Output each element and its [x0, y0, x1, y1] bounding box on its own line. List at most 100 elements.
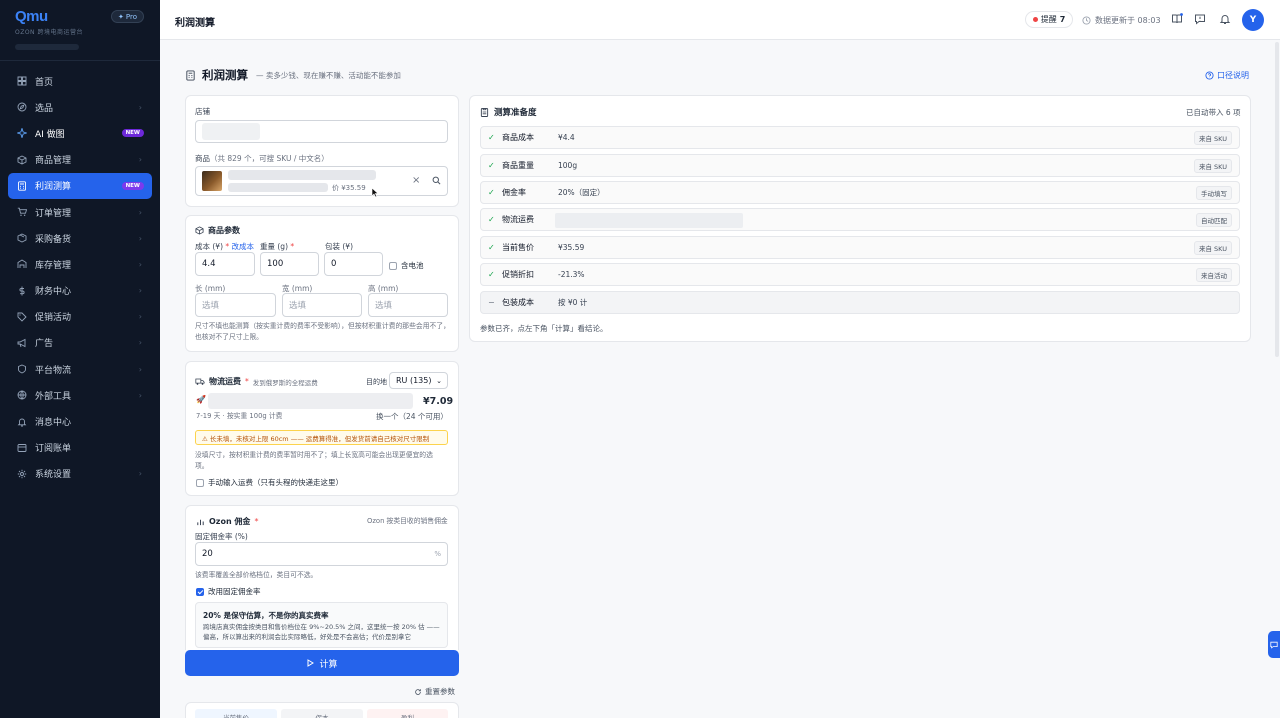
- app-root: Qmu OZON 跨境电商运营台 ✦ Pro 首页 选品 › AI 做图 NEW 商品管理 ›…: [0, 0, 1280, 718]
- battery-checkbox[interactable]: 含电池: [389, 260, 424, 271]
- chevron-right-icon: ›: [138, 233, 142, 243]
- calculator-icon: [16, 180, 27, 191]
- shipping-price: ¥7.09: [423, 396, 454, 407]
- sidebar-item-6[interactable]: 订单管理 ›: [8, 199, 152, 225]
- battery-label: 含电池: [401, 261, 424, 270]
- shipping-method-blurred: [208, 393, 413, 409]
- prep-row-value: 按 ¥0 计: [558, 298, 588, 307]
- change-cost-link[interactable]: 改成本: [232, 242, 255, 251]
- reminder-button[interactable]: 提醒 7: [1025, 11, 1073, 28]
- prep-row-name: 商品重量: [502, 161, 534, 170]
- logo[interactable]: Qmu: [15, 8, 83, 25]
- tab-current-price[interactable]: 当前售价: [195, 709, 277, 718]
- checkbox[interactable]: [196, 478, 204, 487]
- warehouse-icon: [16, 259, 27, 270]
- pro-badge-label: Pro: [125, 12, 137, 21]
- sidebar-item-label: 库存管理: [35, 260, 72, 271]
- reset-params-link[interactable]: 重置参数: [414, 686, 455, 697]
- sidebar-item-2[interactable]: 选品 ›: [8, 94, 152, 120]
- sidebar-item-15[interactable]: 订阅账单: [8, 435, 152, 461]
- sidebar-item-13[interactable]: 外部工具 ›: [8, 382, 152, 408]
- sidebar-item-10[interactable]: 促销活动 ›: [8, 304, 152, 330]
- chevron-right-icon: ›: [138, 102, 142, 112]
- checkbox-checked[interactable]: [196, 587, 204, 596]
- cost-label: 成本 (¥): [195, 242, 224, 251]
- clipboard-icon: [480, 107, 489, 117]
- clear-icon[interactable]: ×: [412, 175, 420, 186]
- destination-select[interactable]: RU (135) ⌄: [389, 372, 448, 389]
- megaphone-icon: [16, 337, 27, 348]
- use-fixed-label: 改用固定佣金率: [208, 587, 261, 596]
- tag-icon: [16, 311, 27, 322]
- help-link[interactable]: 口径说明: [1205, 70, 1249, 81]
- sidebar-item-1[interactable]: 首页: [8, 68, 152, 94]
- width-input[interactable]: 选填: [282, 293, 362, 317]
- feedback-icon[interactable]: [1193, 12, 1207, 26]
- chevron-right-icon: ›: [138, 469, 142, 479]
- height-input[interactable]: 选填: [368, 293, 448, 317]
- tab-breakeven[interactable]: 保本: [281, 709, 363, 718]
- prep-row: ✓ 当前售价 ¥35.59 来自 SKU: [480, 236, 1240, 259]
- length-input[interactable]: 选填: [195, 293, 276, 317]
- fixed-rate-input[interactable]: 20 %: [195, 542, 448, 566]
- product-label: 商品: [195, 154, 210, 163]
- weight-input[interactable]: 100: [260, 252, 319, 276]
- manual-shipping-checkbox[interactable]: 手动输入运费（只有头程的快递走这里）: [196, 477, 343, 488]
- red-dot-icon: [1032, 17, 1038, 22]
- sidebar-item-label: 广告: [35, 339, 54, 350]
- book-icon[interactable]: [1170, 12, 1184, 26]
- reminder-count: 7: [1059, 15, 1066, 24]
- chevron-right-icon: ›: [138, 207, 142, 217]
- prep-row-value: ¥35.59: [558, 243, 585, 252]
- calculator-icon: [186, 69, 195, 81]
- pack-input[interactable]: 0: [324, 252, 383, 276]
- tab-profit[interactable]: 盈利: [367, 709, 448, 718]
- sidebar-item-8[interactable]: 库存管理 ›: [8, 251, 152, 277]
- globe-icon: [16, 390, 27, 401]
- sidebar-item-7[interactable]: 采购备货 ›: [8, 225, 152, 251]
- truck-icon: [195, 378, 205, 385]
- sidebar-item-16[interactable]: 系统设置 ›: [8, 461, 152, 487]
- avatar[interactable]: Y: [1242, 9, 1264, 31]
- product-select[interactable]: 价 ¥35.59 ×: [195, 166, 448, 196]
- sidebar-item-5[interactable]: 利润测算 NEW: [8, 172, 152, 199]
- sidebar-item-12[interactable]: 平台物流 ›: [8, 356, 152, 382]
- check-icon: ✓: [488, 161, 495, 170]
- store-select[interactable]: [195, 120, 448, 143]
- bell-icon[interactable]: [1218, 12, 1232, 26]
- sidebar-item-14[interactable]: 消息中心: [8, 408, 152, 434]
- source-tag: 来自 SKU: [1193, 158, 1232, 173]
- shipping-meta: 7-19 天 · 按实重 100g 计费: [196, 412, 283, 420]
- checkbox[interactable]: [389, 261, 397, 270]
- product-thumbnail: [202, 171, 222, 191]
- note-body: 跨境店真实佣金按类目和售价档位在 9%~20.5% 之间，这里统一按 20% 估…: [203, 623, 440, 641]
- sidebar-item-label: 利润测算: [35, 182, 72, 193]
- calculate-button[interactable]: 计算: [185, 650, 459, 676]
- sidebar-item-4[interactable]: 商品管理 ›: [8, 147, 152, 173]
- reset-label: 重置参数: [425, 687, 455, 696]
- switch-shipping-link[interactable]: 换一个（24 个可用）: [376, 411, 448, 422]
- search-icon[interactable]: [432, 176, 441, 188]
- package-icon: [16, 233, 27, 244]
- destination-label: 目的地: [366, 378, 387, 386]
- pro-badge[interactable]: ✦ Pro: [111, 10, 144, 23]
- sidebar-item-11[interactable]: 广告 ›: [8, 330, 152, 356]
- required-mark: *: [223, 242, 232, 251]
- scrollbar[interactable]: [1275, 42, 1279, 357]
- sidebar-item-label: 采购备货: [35, 234, 72, 245]
- use-fixed-rate-checkbox[interactable]: 改用固定佣金率: [196, 586, 261, 597]
- readiness-title: 测算准备度: [494, 108, 537, 118]
- chat-icon: [1270, 641, 1278, 649]
- weight-label-row: 重量 (g) *: [260, 241, 294, 252]
- sidebar-item-label: 首页: [35, 77, 54, 88]
- sidebar-item-9[interactable]: 财务中心 ›: [8, 278, 152, 304]
- sidebar-item-3[interactable]: AI 做图 NEW: [8, 120, 152, 146]
- side-feedback-handle[interactable]: [1268, 631, 1280, 658]
- minus-icon: −: [488, 298, 495, 307]
- sidebar-nav: 首页 选品 › AI 做图 NEW 商品管理 › 利润测算 NEW 订单管理 › 采购备货 › 库存管理 ›…: [8, 68, 152, 487]
- prep-row: ✓ 佣金率 20%（固定） 手动填写: [480, 181, 1240, 204]
- cost-input[interactable]: 4.4: [195, 252, 255, 276]
- grid-icon: [16, 76, 27, 87]
- chevron-right-icon: ›: [138, 338, 142, 348]
- source-tag: 来自 SKU: [1193, 240, 1232, 255]
